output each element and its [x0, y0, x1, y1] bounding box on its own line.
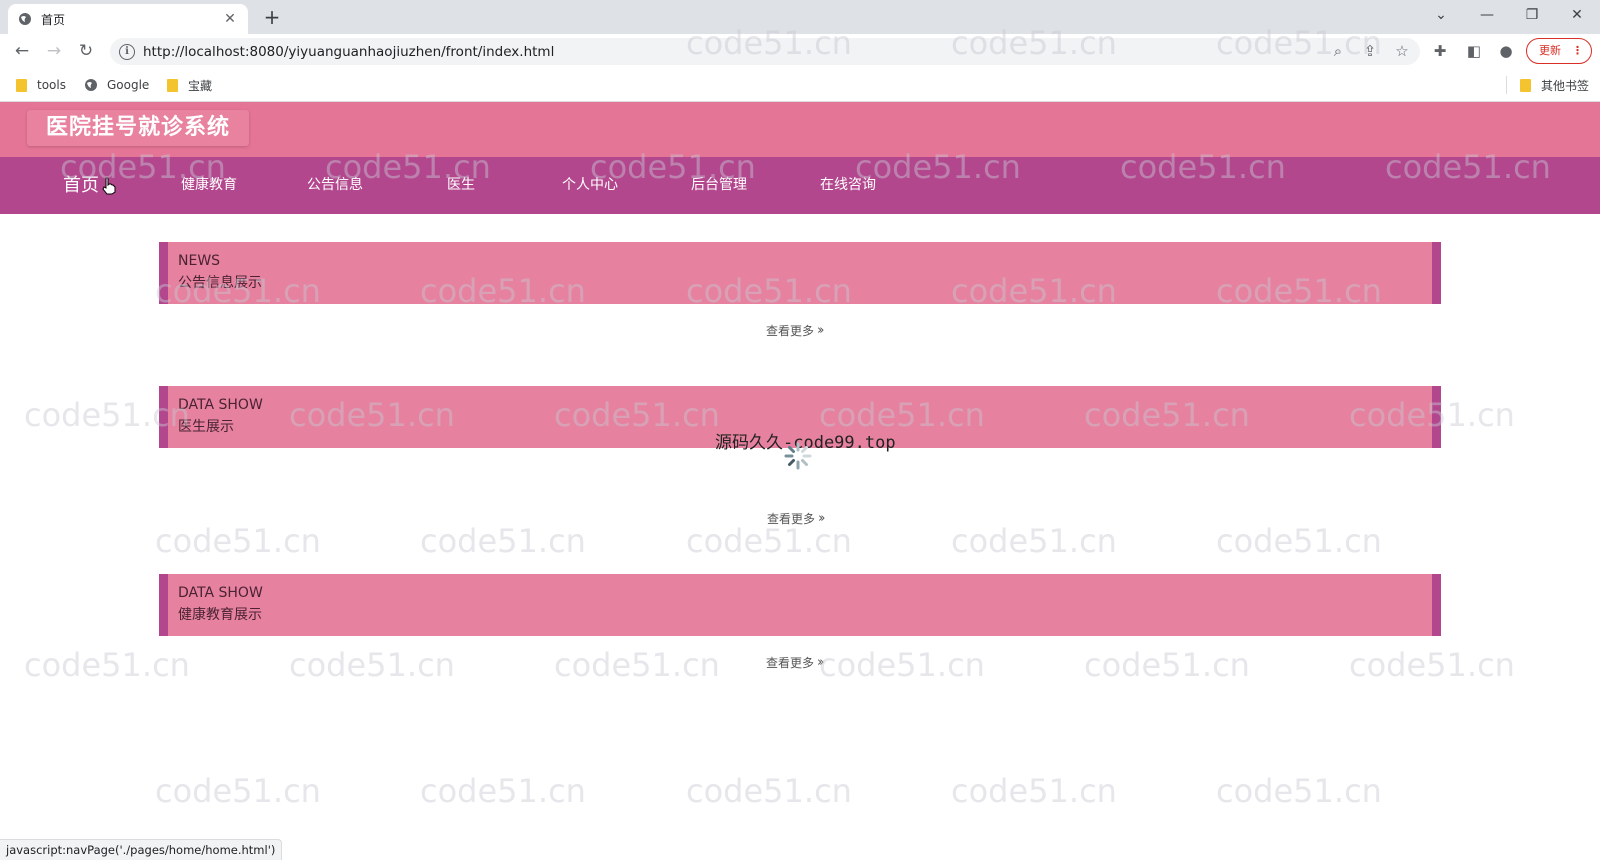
folder-icon [1520, 78, 1531, 92]
double-chevron-icon: ›› [818, 511, 826, 526]
watermark: code51.cn [289, 646, 455, 684]
site-info-icon[interactable]: i [119, 43, 135, 60]
double-chevron-icon: ›› [817, 655, 825, 670]
back-icon[interactable]: ← [10, 39, 34, 63]
watermark: code51.cn [951, 772, 1117, 810]
globe-icon [19, 13, 31, 25]
bookmark-treasure[interactable]: 宝藏 [167, 75, 212, 95]
globe-icon [85, 79, 97, 91]
section-title: 健康教育展示 [178, 607, 262, 623]
more-link-news[interactable]: 查看更多 ›› [766, 322, 825, 339]
more-label: 查看更多 [767, 512, 816, 526]
browser-toolbar: ← → ↻ i http://localhost:8080/yiyuanguan… [0, 34, 1600, 68]
browser-tab-bar: 首页 ✕ + ⌄ — ❐ ✕ [0, 0, 1600, 34]
new-tab-button[interactable]: + [258, 4, 286, 30]
menu-dots-icon: ⋮ [1572, 44, 1583, 57]
watermark: code51.cn [155, 772, 321, 810]
bookmark-label: 其他书签 [1541, 78, 1590, 93]
nav-online-consult[interactable]: 在线咨询 [820, 157, 876, 214]
bookmark-label: tools [37, 78, 66, 92]
hand-cursor-icon [102, 177, 116, 195]
more-label: 查看更多 [766, 324, 815, 338]
watermark: code51.cn [686, 772, 852, 810]
bookmark-separator [1506, 76, 1507, 94]
nav-announcements[interactable]: 公告信息 [307, 157, 363, 214]
section-eyebrow: NEWS [178, 253, 221, 269]
update-button[interactable]: 更新 ⋮ [1526, 38, 1592, 64]
extensions-icon[interactable]: ✚ [1428, 39, 1452, 63]
bookmark-label: Google [107, 78, 150, 92]
watermark: code51.cn [686, 522, 852, 560]
bookmarks-bar: tools Google 宝藏 其他书签 [0, 68, 1600, 102]
reload-icon[interactable]: ↻ [74, 39, 98, 63]
section-eyebrow: DATA SHOW [178, 585, 263, 601]
section-eyebrow: DATA SHOW [178, 397, 263, 413]
double-chevron-icon: ›› [817, 323, 825, 338]
share-icon[interactable]: ⇪ [1358, 39, 1382, 63]
tab-title: 首页 [41, 12, 66, 27]
folder-icon [16, 78, 27, 92]
minimize-button[interactable]: — [1464, 0, 1510, 30]
watermark: code51.cn [1084, 646, 1250, 684]
watermark: code51.cn [420, 772, 586, 810]
update-label: 更新 [1539, 44, 1561, 57]
watermark: code51.cn [155, 522, 321, 560]
watermark: code51.cn [420, 522, 586, 560]
watermark: code51.cn [1216, 772, 1382, 810]
watermark: code51.cn [554, 646, 720, 684]
watermark: code51.cn [951, 522, 1117, 560]
section-health-header: DATA SHOW 健康教育展示 [159, 574, 1441, 636]
section-title: 公告信息展示 [178, 275, 262, 291]
section-news-header: NEWS 公告信息展示 [159, 242, 1441, 304]
close-window-button[interactable]: ✕ [1554, 0, 1600, 30]
loading-spinner-icon [784, 442, 812, 470]
more-link-health[interactable]: 查看更多 ›› [766, 654, 825, 671]
folder-icon [167, 78, 178, 92]
nav-health-education[interactable]: 健康教育 [181, 157, 237, 214]
forward-icon[interactable]: → [42, 39, 66, 63]
restore-button[interactable]: ❐ [1509, 0, 1555, 30]
nav-personal-center[interactable]: 个人中心 [562, 157, 618, 214]
zoom-icon[interactable]: ⌕ [1326, 39, 1350, 63]
watermark: code51.cn [819, 646, 985, 684]
url-text[interactable]: http://localhost:8080/yiyuanguanhaojiuzh… [143, 44, 554, 60]
more-label: 查看更多 [766, 656, 815, 670]
bookmark-star-icon[interactable]: ☆ [1390, 39, 1414, 63]
nav-home[interactable]: 首页 [63, 157, 99, 214]
nav-admin[interactable]: 后台管理 [691, 157, 747, 214]
bookmark-label: 宝藏 [188, 78, 213, 93]
bookmark-google[interactable]: Google [84, 75, 149, 95]
address-bar[interactable]: i http://localhost:8080/yiyuanguanhaojiu… [110, 38, 1420, 65]
browser-tab[interactable]: 首页 ✕ [8, 4, 248, 34]
other-bookmarks[interactable]: 其他书签 [1520, 75, 1589, 95]
overlay-cn: 源码久久 [715, 433, 783, 453]
profile-icon[interactable]: ● [1494, 39, 1518, 63]
status-bar-url: javascript:navPage('./pages/home/home.ht… [0, 839, 283, 860]
main-nav: 首页 健康教育 公告信息 医生 个人中心 后台管理 在线咨询 [0, 157, 1600, 214]
more-link-doctors[interactable]: 查看更多 ›› [767, 510, 826, 527]
close-tab-icon[interactable]: ✕ [222, 11, 238, 27]
tab-search-icon[interactable]: ⌄ [1418, 0, 1464, 30]
site-header: 医院挂号就诊系统 [0, 102, 1600, 157]
watermark: code51.cn [1216, 522, 1382, 560]
side-panel-icon[interactable]: ◧ [1462, 39, 1486, 63]
watermark: code51.cn [24, 646, 190, 684]
bookmark-tools[interactable]: tools [16, 75, 66, 95]
site-title[interactable]: 医院挂号就诊系统 [27, 110, 250, 146]
nav-doctors[interactable]: 医生 [447, 157, 475, 214]
watermark: code51.cn [1349, 646, 1515, 684]
